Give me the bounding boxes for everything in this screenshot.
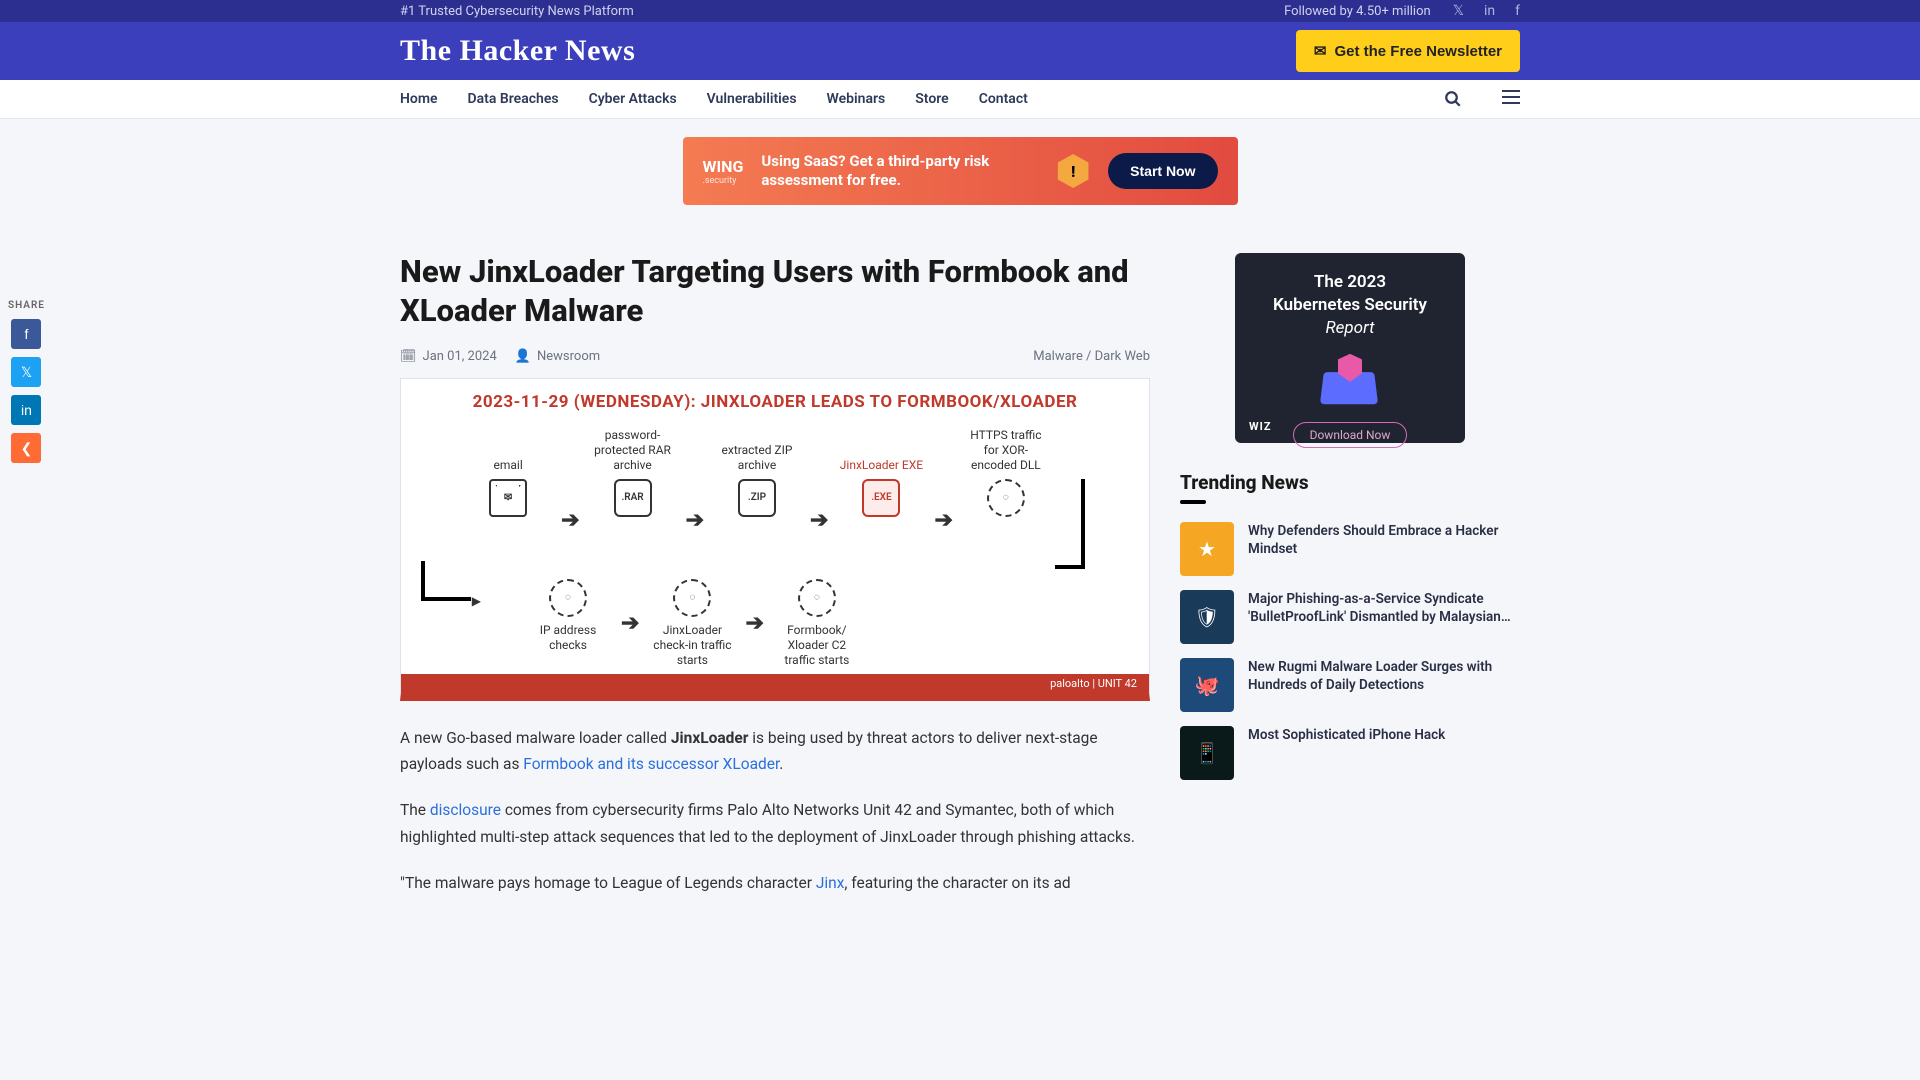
attack-flow-figure: 2023-11-29 (WEDNESDAY): JINXLOADER LEADS… [400, 378, 1150, 701]
warning-icon: ! [1056, 154, 1090, 188]
ad-brand: WING .security [703, 157, 744, 186]
ad-banner[interactable]: WING .security Using SaaS? Get a third-p… [683, 137, 1238, 205]
link-formbook[interactable]: Formbook and its successor XLoader [523, 755, 779, 773]
logo[interactable]: The Hacker News [400, 34, 635, 68]
trending-item[interactable]: 🐙 New Rugmi Malware Loader Surges with Hu… [1180, 658, 1520, 712]
trending-thumb: 🐙 [1180, 658, 1234, 712]
trending-thumb: ★ [1180, 522, 1234, 576]
flow-node: JinxLoader EXE.EXE [838, 429, 924, 517]
menu-icon[interactable] [1502, 90, 1520, 108]
nav-cyber-attacks[interactable]: Cyber Attacks [589, 91, 677, 107]
link-disclosure[interactable]: disclosure [430, 801, 501, 819]
figure-footer: paloalto | UNIT 42 [401, 674, 1149, 693]
share-label: SHARE [8, 300, 45, 311]
calendar-icon: 🗓 [400, 349, 417, 364]
flow-node: IP address checks◌ [525, 579, 611, 653]
share-twitter-button[interactable]: 𝕏 [11, 357, 41, 387]
search-icon[interactable] [1444, 90, 1462, 108]
trending-thumb: 🛡 [1180, 590, 1234, 644]
ad-cta-button[interactable]: Start Now [1108, 153, 1217, 189]
tagline: #1 Trusted Cybersecurity News Platform [400, 4, 634, 19]
arrow-icon: ➔ [686, 508, 704, 533]
trending-title: Why Defenders Should Embrace a Hacker Mi… [1248, 522, 1520, 576]
facebook-icon[interactable]: f [1515, 3, 1520, 19]
nav-webinars[interactable]: Webinars [827, 91, 886, 107]
trending-title: New Rugmi Malware Loader Surges with Hun… [1248, 658, 1520, 712]
nav-data-breaches[interactable]: Data Breaches [468, 91, 559, 107]
nav-contact[interactable]: Contact [979, 91, 1028, 107]
article-title: New JinxLoader Targeting Users with Form… [400, 253, 1150, 331]
flow-node: JinxLoader check-in traffic starts◌ [649, 579, 735, 668]
flow-node: extracted ZIP archive.ZIP [714, 429, 800, 517]
arrow-icon: ➔ [810, 508, 828, 533]
share-bar: SHARE f 𝕏 in ❮ [8, 300, 45, 463]
nav-store[interactable]: Store [915, 91, 948, 107]
newsletter-button-label: Get the Free Newsletter [1334, 43, 1502, 60]
kubernetes-icon [1310, 354, 1390, 404]
arrow-icon: ➔ [934, 508, 952, 533]
followed-by: Followed by 4.50+ million [1284, 4, 1431, 19]
share-more-button[interactable]: ❮ [11, 433, 41, 463]
trending-heading: Trending News [1180, 471, 1520, 494]
article-body: A new Go-based malware loader called Jin… [400, 725, 1150, 897]
flow-node: email✉ [465, 429, 551, 517]
flow-connector [1055, 479, 1085, 569]
trending-item[interactable]: 📱 Most Sophisticated iPhone Hack [1180, 726, 1520, 780]
share-linkedin-button[interactable]: in [11, 395, 41, 425]
figure-title: 2023-11-29 (WEDNESDAY): JINXLOADER LEADS… [421, 391, 1129, 413]
heading-underline [1180, 500, 1206, 504]
trending-list: ★ Why Defenders Should Embrace a Hacker M… [1180, 522, 1520, 780]
sidebar-ad[interactable]: The 2023 Kubernetes Security Report Down… [1235, 253, 1465, 443]
download-now-button[interactable]: Download Now [1293, 422, 1408, 448]
user-icon: 👤 [515, 349, 531, 364]
arrow-icon: ➔ [745, 611, 763, 636]
trending-item[interactable]: ★ Why Defenders Should Embrace a Hacker M… [1180, 522, 1520, 576]
trending-title: Most Sophisticated iPhone Hack [1248, 726, 1445, 780]
nav-links: Home Data Breaches Cyber Attacks Vulnera… [400, 91, 1028, 107]
ad-band: WING .security Using SaaS? Get a third-p… [0, 119, 1920, 223]
arrow-icon: ➔ [621, 611, 639, 636]
flow-connector [421, 561, 471, 601]
article-category: Malware / Dark Web [1033, 349, 1150, 364]
sidebar: The 2023 Kubernetes Security Report Down… [1180, 253, 1520, 916]
twitter-icon[interactable]: 𝕏 [1453, 3, 1464, 19]
newsletter-button[interactable]: ✉ Get the Free Newsletter [1296, 30, 1520, 72]
share-facebook-button[interactable]: f [11, 319, 41, 349]
article-author: 👤 Newsroom [515, 349, 600, 364]
envelope-icon: ✉ [1314, 42, 1327, 60]
link-jinx[interactable]: Jinx [816, 874, 845, 892]
linkedin-icon[interactable]: in [1484, 3, 1495, 19]
article-date: 🗓 Jan 01, 2024 [400, 349, 497, 364]
flow-node: password-protected RAR archive.RAR [590, 429, 676, 517]
nav-vulnerabilities[interactable]: Vulnerabilities [707, 91, 797, 107]
arrow-icon: ➔ [561, 508, 579, 533]
trending-title: Major Phishing-as-a-Service Syndicate 'B… [1248, 590, 1520, 644]
nav-home[interactable]: Home [400, 91, 438, 107]
trending-item[interactable]: 🛡 Major Phishing-as-a-Service Syndicate '… [1180, 590, 1520, 644]
ad-message: Using SaaS? Get a third-party risk asses… [761, 152, 1038, 191]
article: New JinxLoader Targeting Users with Form… [400, 253, 1150, 916]
wiz-brand: WIZ [1249, 420, 1272, 433]
flow-node: Formbook/ Xloader C2 traffic starts◌ [774, 579, 860, 668]
topbar: #1 Trusted Cybersecurity News Platform F… [0, 0, 1920, 22]
trending-thumb: 📱 [1180, 726, 1234, 780]
nav: Home Data Breaches Cyber Attacks Vulnera… [0, 80, 1920, 119]
article-meta: 🗓 Jan 01, 2024 👤 Newsroom Malware / Dark… [400, 349, 1150, 364]
header: The Hacker News ✉ Get the Free Newslette… [0, 22, 1920, 80]
flow-node: HTTPS traffic for XOR-encoded DLL◌ [963, 429, 1049, 517]
